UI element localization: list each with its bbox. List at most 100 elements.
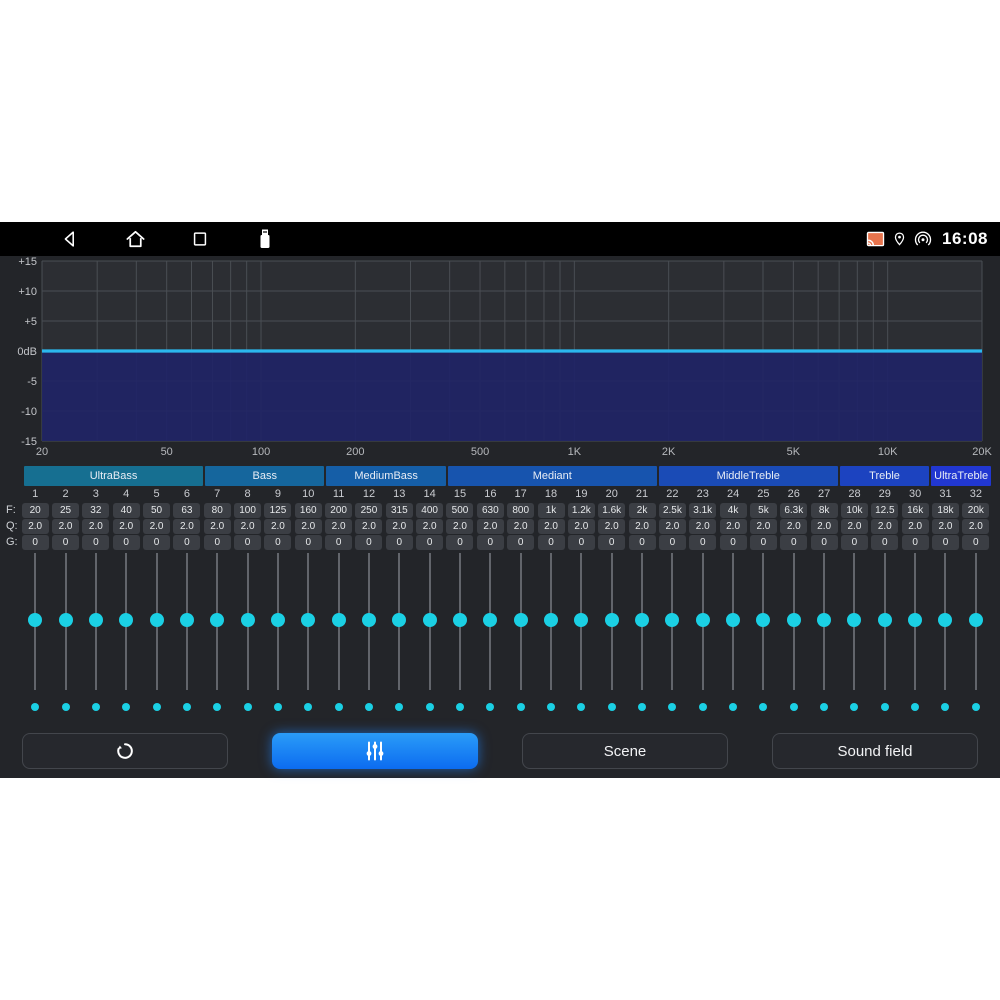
eq-slider-knob[interactable] (362, 613, 376, 627)
band-f-value[interactable]: 100 (234, 503, 261, 518)
band-q-value[interactable]: 2.0 (538, 519, 565, 534)
band-f-value[interactable]: 16k (902, 503, 929, 518)
eq-slider-knob[interactable] (756, 613, 770, 627)
band-q-value[interactable]: 2.0 (446, 519, 473, 534)
band-f-value[interactable]: 630 (477, 503, 504, 518)
eq-slider-knob[interactable] (847, 613, 861, 627)
band-q-value[interactable]: 2.0 (720, 519, 747, 534)
back-icon[interactable] (58, 227, 82, 251)
band-g-value[interactable]: 0 (22, 535, 49, 550)
band-q-value[interactable]: 2.0 (22, 519, 49, 534)
band-g-value[interactable]: 0 (325, 535, 352, 550)
band-q-value[interactable]: 2.0 (477, 519, 504, 534)
band-g-value[interactable]: 0 (750, 535, 777, 550)
band-q-value[interactable]: 2.0 (234, 519, 261, 534)
band-q-value[interactable]: 2.0 (598, 519, 625, 534)
band-q-value[interactable]: 2.0 (871, 519, 898, 534)
band-g-value[interactable]: 0 (507, 535, 534, 550)
band-f-value[interactable]: 20 (22, 503, 49, 518)
eq-slider-knob[interactable] (150, 613, 164, 627)
band-f-value[interactable]: 1k (538, 503, 565, 518)
band-q-value[interactable]: 2.0 (507, 519, 534, 534)
band-g-value[interactable]: 0 (568, 535, 595, 550)
band-q-value[interactable]: 2.0 (629, 519, 656, 534)
band-g-value[interactable]: 0 (659, 535, 686, 550)
eq-slider-knob[interactable] (574, 613, 588, 627)
eq-slider-knob[interactable] (453, 613, 467, 627)
eq-slider-knob[interactable] (817, 613, 831, 627)
band-q-value[interactable]: 2.0 (811, 519, 838, 534)
band-f-value[interactable]: 63 (173, 503, 200, 518)
band-f-value[interactable]: 5k (750, 503, 777, 518)
eq-slider-knob[interactable] (908, 613, 922, 627)
band-g-value[interactable]: 0 (811, 535, 838, 550)
eq-slider-knob[interactable] (180, 613, 194, 627)
band-q-value[interactable]: 2.0 (82, 519, 109, 534)
eq-slider-knob[interactable] (878, 613, 892, 627)
band-g-value[interactable]: 0 (82, 535, 109, 550)
eq-slider-knob[interactable] (210, 613, 224, 627)
eq-slider-knob[interactable] (89, 613, 103, 627)
band-f-value[interactable]: 20k (962, 503, 989, 518)
equalizer-button[interactable] (272, 733, 478, 769)
band-q-value[interactable]: 2.0 (416, 519, 443, 534)
eq-slider-knob[interactable] (28, 613, 42, 627)
band-f-value[interactable]: 4k (720, 503, 747, 518)
band-q-value[interactable]: 2.0 (113, 519, 140, 534)
band-q-value[interactable]: 2.0 (325, 519, 352, 534)
band-q-value[interactable]: 2.0 (780, 519, 807, 534)
eq-slider-knob[interactable] (423, 613, 437, 627)
band-f-value[interactable]: 3.1k (689, 503, 716, 518)
band-q-value[interactable]: 2.0 (568, 519, 595, 534)
recents-icon[interactable] (188, 227, 212, 251)
band-g-value[interactable]: 0 (234, 535, 261, 550)
reset-button[interactable] (22, 733, 228, 769)
band-g-value[interactable]: 0 (264, 535, 291, 550)
eq-slider-knob[interactable] (969, 613, 983, 627)
band-f-value[interactable]: 800 (507, 503, 534, 518)
band-g-value[interactable]: 0 (841, 535, 868, 550)
band-f-value[interactable]: 2k (629, 503, 656, 518)
band-f-value[interactable]: 250 (355, 503, 382, 518)
band-f-value[interactable]: 200 (325, 503, 352, 518)
band-q-value[interactable]: 2.0 (143, 519, 170, 534)
eq-slider-knob[interactable] (119, 613, 133, 627)
eq-slider-knob[interactable] (605, 613, 619, 627)
eq-slider-knob[interactable] (544, 613, 558, 627)
band-q-value[interactable]: 2.0 (659, 519, 686, 534)
band-g-value[interactable]: 0 (962, 535, 989, 550)
scene-button[interactable]: Scene (522, 733, 728, 769)
band-g-value[interactable]: 0 (295, 535, 322, 550)
band-f-value[interactable]: 18k (932, 503, 959, 518)
eq-slider-knob[interactable] (938, 613, 952, 627)
eq-slider-knob[interactable] (665, 613, 679, 627)
eq-slider-knob[interactable] (635, 613, 649, 627)
eq-slider-knob[interactable] (59, 613, 73, 627)
band-q-value[interactable]: 2.0 (204, 519, 231, 534)
band-q-value[interactable]: 2.0 (173, 519, 200, 534)
band-g-value[interactable]: 0 (689, 535, 716, 550)
band-f-value[interactable]: 1.6k (598, 503, 625, 518)
band-g-value[interactable]: 0 (386, 535, 413, 550)
band-f-value[interactable]: 2.5k (659, 503, 686, 518)
eq-slider-knob[interactable] (271, 613, 285, 627)
eq-slider-knob[interactable] (787, 613, 801, 627)
eq-slider-knob[interactable] (301, 613, 315, 627)
eq-slider-knob[interactable] (241, 613, 255, 627)
band-g-value[interactable]: 0 (416, 535, 443, 550)
band-q-value[interactable]: 2.0 (386, 519, 413, 534)
band-q-value[interactable]: 2.0 (52, 519, 79, 534)
band-g-value[interactable]: 0 (629, 535, 656, 550)
home-icon[interactable] (123, 227, 147, 251)
band-g-value[interactable]: 0 (477, 535, 504, 550)
band-g-value[interactable]: 0 (871, 535, 898, 550)
sound-field-button[interactable]: Sound field (772, 733, 978, 769)
band-q-value[interactable]: 2.0 (689, 519, 716, 534)
band-f-value[interactable]: 315 (386, 503, 413, 518)
band-q-value[interactable]: 2.0 (295, 519, 322, 534)
band-f-value[interactable]: 125 (264, 503, 291, 518)
band-g-value[interactable]: 0 (780, 535, 807, 550)
eq-slider-knob[interactable] (514, 613, 528, 627)
band-f-value[interactable]: 25 (52, 503, 79, 518)
band-q-value[interactable]: 2.0 (962, 519, 989, 534)
